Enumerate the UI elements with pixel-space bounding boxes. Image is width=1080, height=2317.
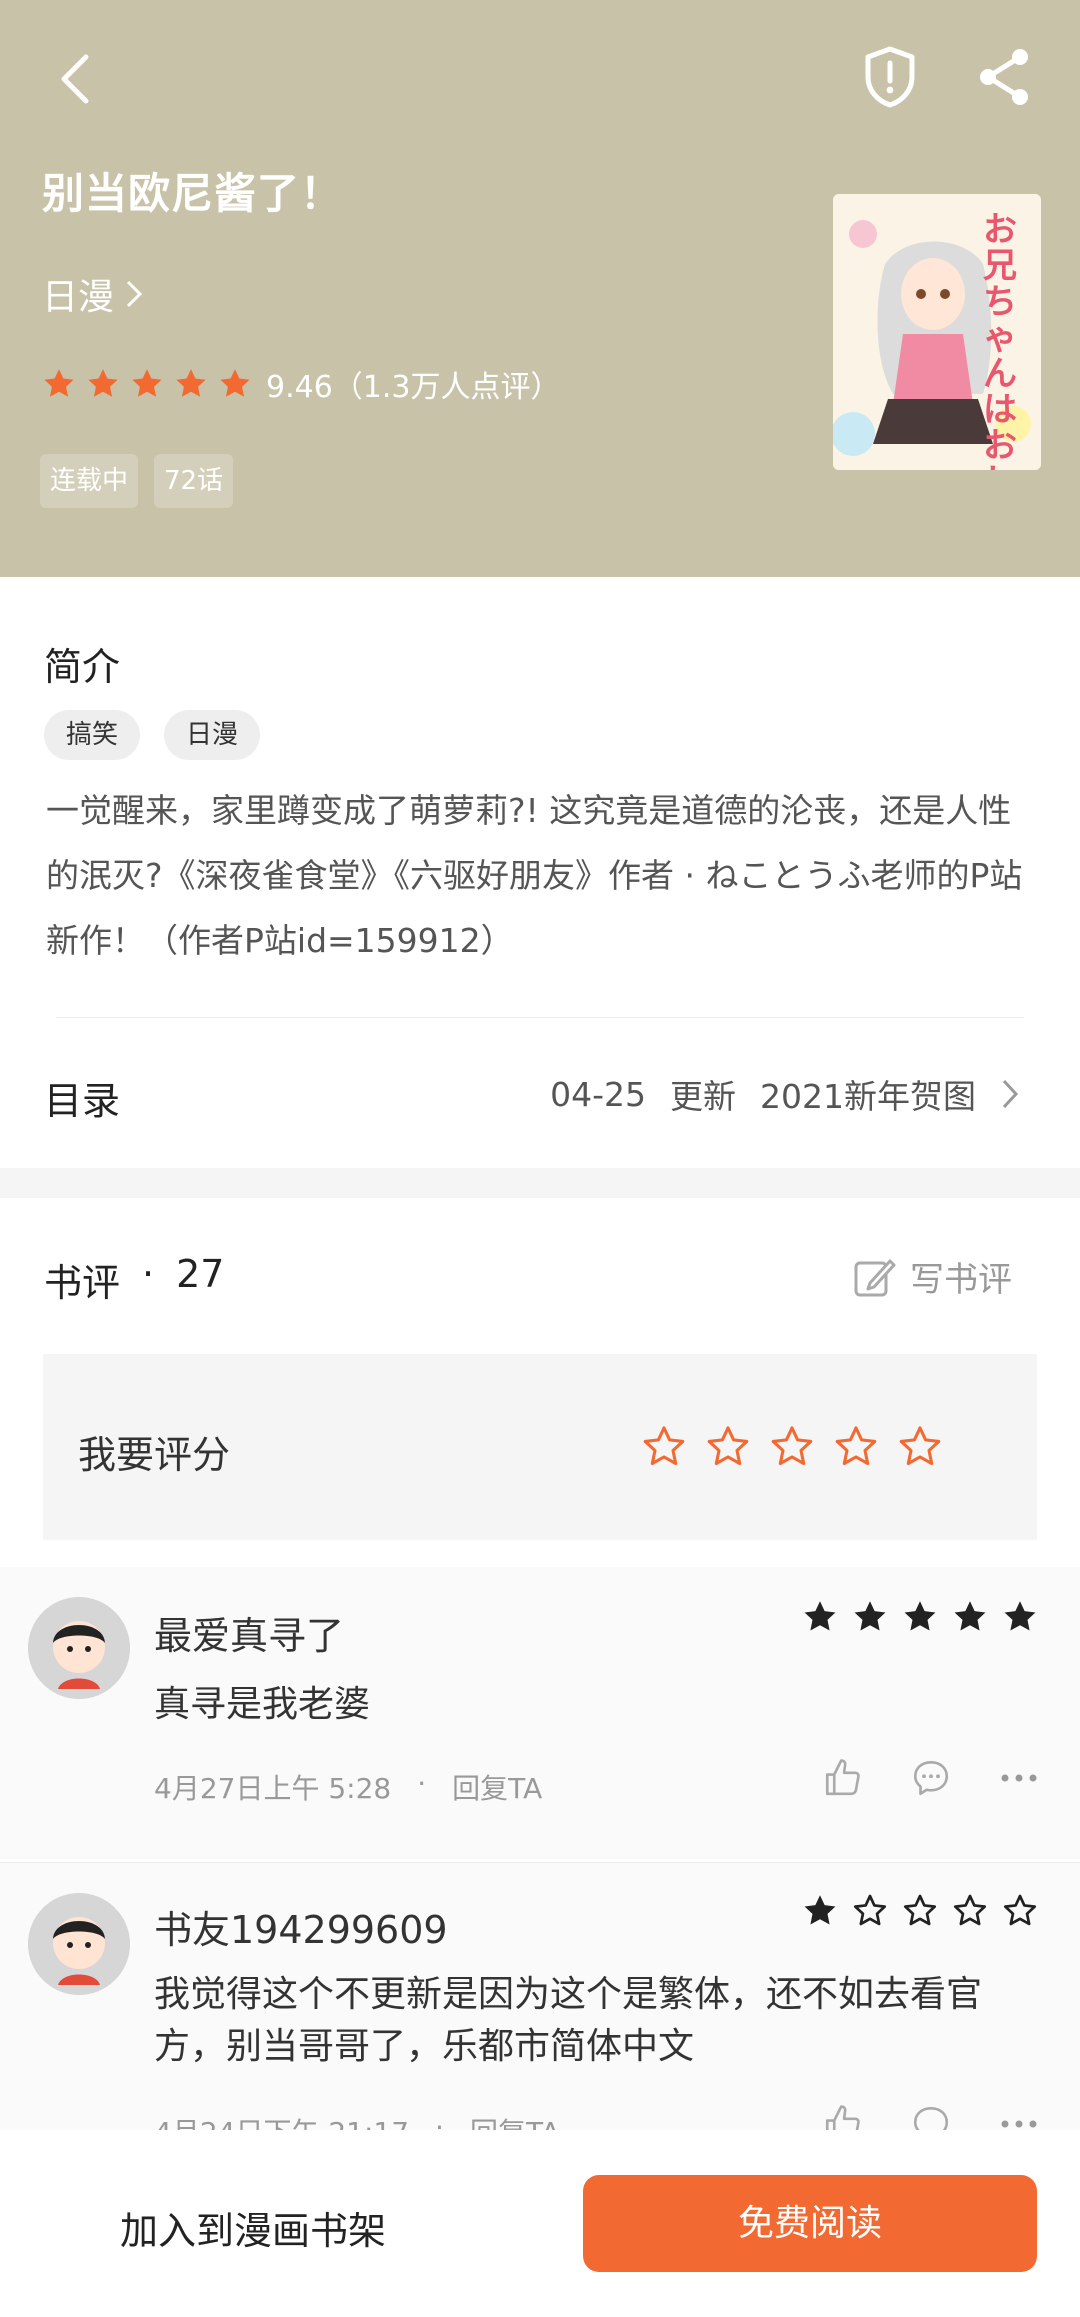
user-avatar-icon: [28, 1597, 130, 1699]
write-review-label: 写书评: [910, 1260, 1012, 1300]
review-item: 最爱真寻了 真寻是我老婆 4月27日上午 5:28 · 回复TA: [0, 1567, 1080, 1859]
star-outline-icon[interactable]: [641, 1424, 687, 1470]
genre-tag[interactable]: 搞笑: [44, 710, 141, 760]
reply-link[interactable]: 回复TA: [452, 1767, 542, 1807]
star-filled-icon: [804, 1601, 836, 1631]
avatar[interactable]: [28, 1597, 130, 1699]
star-outline-icon: [903, 1894, 937, 1926]
back-button[interactable]: [46, 44, 106, 114]
star-filled-icon: [132, 369, 162, 397]
intro-text: 一觉醒来，家里蹲变成了萌萝莉?! 这究竟是道德的沦丧，还是人性的泯灭?《深夜雀食…: [46, 791, 1023, 960]
status-tag: 连载中: [40, 454, 139, 508]
star-outline-icon: [1003, 1894, 1037, 1926]
more-icon[interactable]: [998, 2103, 1040, 2130]
star-outline-icon[interactable]: [705, 1424, 751, 1470]
add-to-shelf-button[interactable]: 加入到漫画书架: [120, 2200, 386, 2255]
star-outline-icon: [853, 1894, 887, 1926]
star-outline-icon[interactable]: [897, 1424, 943, 1470]
thumbs-up-icon[interactable]: [822, 2103, 864, 2130]
star-outline-icon: [953, 1894, 987, 1926]
rating-row: 9.46（1.3万人点评）: [42, 362, 561, 406]
category-link[interactable]: 日漫: [42, 268, 144, 320]
genre-tag[interactable]: 日漫: [164, 710, 261, 760]
edit-icon: [854, 1259, 896, 1296]
review-meta: 4月24日下午 21:17 · 回复TA: [154, 2111, 560, 2130]
chevron-right-icon: [126, 280, 143, 308]
reviews-dot: ·: [142, 1252, 155, 1296]
shield-alert-icon: [865, 46, 915, 108]
reviews-heading: 书评 · 27: [44, 1252, 224, 1307]
star-filled-icon: [904, 1601, 936, 1631]
chapters-tag: 72话: [154, 454, 234, 508]
meta-dot: ·: [417, 1767, 427, 1800]
toc-latest: 04-25 更新 2021新年贺图: [550, 1070, 1020, 1118]
meta-dot: ·: [435, 2111, 444, 2130]
toc-latest-chapter: 2021新年贺图: [760, 1077, 976, 1116]
reviews-count: 27: [176, 1252, 225, 1296]
rate-stars[interactable]: [641, 1424, 943, 1470]
report-button[interactable]: [858, 40, 922, 114]
rate-label: 我要评分: [78, 1433, 231, 1477]
write-review-button[interactable]: 写书评: [852, 1252, 1012, 1301]
bottom-action-bar: 加入到漫画书架 免费阅读: [0, 2130, 1080, 2317]
star-filled-icon: [176, 369, 206, 397]
reviews-title: 书评: [44, 1261, 121, 1305]
category-label: 日漫: [42, 277, 115, 318]
read-free-button[interactable]: 免费阅读: [583, 2175, 1037, 2272]
rate-box: 我要评分: [43, 1354, 1037, 1540]
cover-image[interactable]: お兄ちゃんはおしまい!: [833, 194, 1041, 470]
star-filled-icon: [44, 369, 74, 397]
cover-title-art: お兄ちゃんはおしまい!: [983, 210, 1017, 470]
star-filled-icon: [854, 1601, 886, 1631]
star-filled-icon: [220, 369, 250, 397]
review-actions: [822, 2103, 1040, 2130]
share-button[interactable]: [972, 42, 1036, 112]
more-icon[interactable]: [998, 1757, 1040, 1799]
review-stars: [802, 1893, 1038, 1929]
comic-title: 别当欧尼酱了！: [42, 169, 344, 218]
star-filled-icon: [954, 1601, 986, 1631]
star-outline-icon[interactable]: [769, 1424, 815, 1470]
review-content: 我觉得这个不更新是因为这个是繁体，还不如去看官方，别当哥哥了，乐都市简体中文: [154, 1974, 983, 2067]
thumbs-up-icon[interactable]: [822, 1757, 864, 1799]
review-time: 4月24日下午 21:17: [154, 2111, 409, 2130]
chevron-left-icon: [61, 54, 89, 104]
toc-date: 04-25: [550, 1074, 647, 1114]
comment-icon[interactable]: [910, 1757, 952, 1799]
star-filled-icon: [804, 1895, 836, 1925]
user-avatar-icon: [28, 1893, 130, 1995]
star-filled-icon: [1004, 1601, 1036, 1631]
review-time: 4月27日上午 5:28: [154, 1772, 392, 1805]
review-username[interactable]: 书友194299609: [154, 1899, 448, 1954]
review-meta: 4月27日上午 5:28 · 回复TA: [154, 1767, 542, 1807]
star-outline-icon[interactable]: [833, 1424, 879, 1470]
star-filled-icon: [88, 369, 118, 397]
review-stars: [802, 1599, 1038, 1635]
intro-heading: 简介: [44, 645, 121, 689]
section-gap: [0, 1168, 1080, 1198]
avatar[interactable]: [28, 1893, 130, 1995]
reply-link[interactable]: 回复TA: [470, 2111, 560, 2130]
chevron-right-icon: [1002, 1079, 1019, 1109]
share-icon: [980, 49, 1028, 105]
review-item: 书友194299609 我觉得这个不更新是因为这个是繁体，还不如去看官方，别当哥…: [0, 1863, 1080, 2130]
rating-score: 9.46（1.3万人点评）: [266, 370, 561, 405]
review-content: 真寻是我老婆: [154, 1684, 371, 1725]
toc-label: 目录: [44, 1079, 121, 1123]
review-username[interactable]: 最爱真寻了: [154, 1605, 344, 1660]
review-actions: [822, 1757, 1040, 1799]
toc-update-label: 更新: [670, 1077, 737, 1116]
comment-icon[interactable]: [910, 2103, 952, 2130]
